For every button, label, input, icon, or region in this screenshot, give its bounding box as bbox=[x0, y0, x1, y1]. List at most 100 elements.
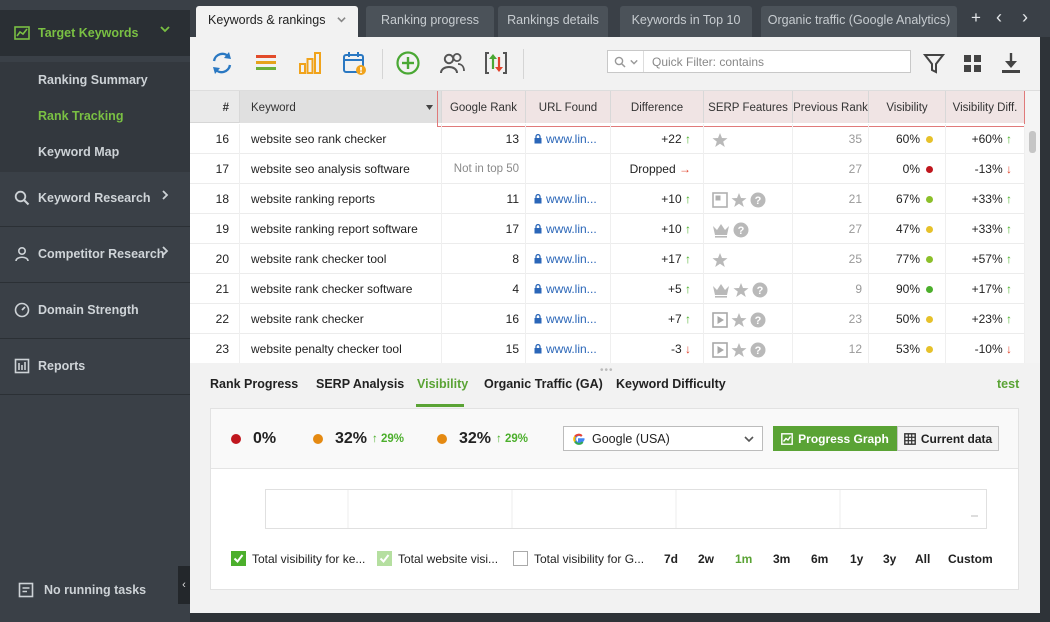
legend-total-visibility-google[interactable]: Total visibility for G... bbox=[513, 551, 644, 566]
tab-keyword-difficulty[interactable]: Keyword Difficulty bbox=[616, 377, 726, 391]
checkbox[interactable] bbox=[513, 551, 528, 566]
column-header-keyword[interactable]: Keyword bbox=[240, 91, 442, 123]
columns-button[interactable] bbox=[252, 49, 280, 77]
url-link[interactable]: www.lin... bbox=[546, 282, 597, 296]
visibility-chart[interactable] bbox=[265, 489, 987, 529]
cell-url-found[interactable]: www.lin... bbox=[526, 334, 611, 363]
search-engine-select[interactable]: Google (USA) bbox=[563, 426, 763, 451]
current-data-button[interactable]: Current data bbox=[897, 426, 999, 451]
period-7d[interactable]: 7d bbox=[664, 552, 678, 566]
sidebar-section-competitor-research[interactable]: Competitor Research bbox=[0, 232, 190, 276]
scrollbar-thumb[interactable] bbox=[1029, 131, 1036, 153]
cell-url-found[interactable]: www.lin... bbox=[526, 304, 611, 334]
period-3m[interactable]: 3m bbox=[773, 552, 790, 566]
cell-difference: +10 ↑ bbox=[611, 214, 704, 244]
sidebar-section-domain-strength[interactable]: Domain Strength bbox=[0, 288, 190, 332]
tab-rank-progress[interactable]: Rank Progress bbox=[210, 377, 298, 391]
cell-url-found[interactable]: www.lin... bbox=[526, 184, 611, 214]
sidebar-item-keyword-map[interactable]: Keyword Map bbox=[0, 134, 190, 170]
tab-visibility[interactable]: Visibility bbox=[417, 377, 468, 391]
table-row[interactable]: 19 website ranking report software 17 www.l… bbox=[190, 214, 1025, 244]
quick-filter-input[interactable] bbox=[644, 54, 904, 69]
column-header-difference[interactable]: Difference bbox=[611, 91, 704, 123]
arrow-down-icon: ↓ bbox=[685, 342, 691, 356]
table-row[interactable]: 17 website seo analysis software Not in to… bbox=[190, 154, 1025, 184]
export-button[interactable] bbox=[998, 49, 1024, 77]
table-row[interactable]: 18 website ranking reports 11 www.lin... +10… bbox=[190, 184, 1025, 214]
schedule-button[interactable] bbox=[340, 49, 368, 77]
sidebar-item-ranking-summary[interactable]: Ranking Summary bbox=[0, 62, 190, 98]
column-header-number[interactable]: # bbox=[190, 91, 240, 123]
tab-serp-analysis[interactable]: SERP Analysis bbox=[316, 377, 404, 391]
column-header-url-found[interactable]: URL Found bbox=[526, 91, 611, 123]
filter-type-dropdown[interactable] bbox=[608, 51, 644, 72]
period-1m[interactable]: 1m bbox=[735, 552, 752, 566]
cell-google-rank: Not in top 50 bbox=[442, 154, 526, 184]
cell-url-found[interactable]: www.lin... bbox=[526, 244, 611, 274]
tab-scroll-right-button[interactable]: › bbox=[1022, 7, 1028, 28]
charts-button[interactable] bbox=[296, 49, 324, 77]
period-all[interactable]: All bbox=[915, 552, 930, 566]
period-6m[interactable]: 6m bbox=[811, 552, 828, 566]
column-header-visibility[interactable]: Visibility bbox=[869, 91, 946, 123]
panel-splitter-handle[interactable]: ••• bbox=[600, 365, 614, 376]
visibility-value: 60% bbox=[895, 132, 920, 146]
url-link[interactable]: www.lin... bbox=[546, 252, 597, 266]
period-1y[interactable]: 1y bbox=[850, 552, 863, 566]
column-header-google-rank[interactable]: Google Rank bbox=[442, 91, 526, 123]
cell-url-found[interactable]: www.lin... bbox=[526, 214, 611, 244]
refresh-button[interactable] bbox=[208, 49, 236, 77]
tab-keywords-top10[interactable]: Keywords in Top 10 bbox=[620, 6, 752, 37]
sidebar-section-reports[interactable]: Reports bbox=[0, 344, 190, 388]
chevron-down-icon[interactable] bbox=[337, 15, 346, 24]
progress-graph-button[interactable]: Progress Graph bbox=[773, 426, 897, 451]
sidebar-item-rank-tracking[interactable]: Rank Tracking bbox=[0, 98, 190, 134]
tab-organic-traffic[interactable]: Organic traffic (Google Analytics) bbox=[761, 6, 957, 37]
add-tab-button[interactable]: + bbox=[971, 8, 981, 28]
table-row[interactable]: 21 website rank checker software 4 www.lin.… bbox=[190, 274, 1025, 304]
visibility-diff-value: +33% bbox=[971, 222, 1003, 236]
column-header-serp-features[interactable]: SERP Features bbox=[704, 91, 793, 123]
tab-keywords-rankings[interactable]: Keywords & rankings bbox=[196, 6, 358, 37]
checkbox[interactable] bbox=[377, 551, 392, 566]
url-link[interactable]: www.lin... bbox=[546, 222, 597, 236]
layout-button[interactable] bbox=[960, 49, 986, 77]
table-row[interactable]: 23 website penalty checker tool 15 www.lin.… bbox=[190, 334, 1025, 363]
period-custom[interactable]: Custom bbox=[948, 552, 993, 566]
cell-url-found[interactable]: www.lin... bbox=[526, 124, 611, 154]
stat-delta: ↑ 29% bbox=[372, 433, 405, 445]
table-row[interactable]: 16 website seo rank checker 13 www.lin... +2… bbox=[190, 124, 1025, 154]
table-row[interactable]: 22 website rank checker 16 www.lin... +7 ↑? 2… bbox=[190, 304, 1025, 334]
filter-button[interactable] bbox=[921, 49, 947, 77]
collapse-sidebar-button[interactable]: ‹ bbox=[178, 566, 190, 604]
legend-total-visibility-keywords[interactable]: Total visibility for ke... bbox=[231, 551, 365, 566]
sidebar-section-target-keywords[interactable]: Target Keywords bbox=[0, 10, 190, 56]
competitors-button[interactable] bbox=[438, 49, 466, 77]
tab-rankings-details[interactable]: Rankings details bbox=[498, 6, 608, 37]
tab-ranking-progress[interactable]: Ranking progress bbox=[366, 6, 494, 37]
cell-url-found[interactable] bbox=[526, 154, 611, 184]
cell-url-found[interactable]: www.lin... bbox=[526, 274, 611, 304]
add-keywords-button[interactable] bbox=[394, 49, 422, 77]
cell-previous-rank: 21 bbox=[793, 184, 869, 214]
url-link[interactable]: www.lin... bbox=[546, 312, 597, 326]
tab-organic-traffic-ga[interactable]: Organic Traffic (GA) bbox=[484, 377, 603, 391]
checkbox[interactable] bbox=[231, 551, 246, 566]
table-row[interactable]: 20 website rank checker tool 8 www.lin... +1… bbox=[190, 244, 1025, 274]
period-2w[interactable]: 2w bbox=[698, 552, 714, 566]
difference-value: +5 bbox=[667, 282, 682, 296]
legend-total-website-visibility[interactable]: Total website visi... bbox=[377, 551, 498, 566]
url-link[interactable]: www.lin... bbox=[546, 132, 597, 146]
running-tasks-status[interactable]: No running tasks bbox=[18, 582, 146, 598]
url-link[interactable]: www.lin... bbox=[546, 342, 597, 356]
sidebar-divider bbox=[0, 338, 190, 339]
sidebar-section-keyword-research[interactable]: Keyword Research bbox=[0, 176, 190, 220]
sort-button[interactable] bbox=[482, 49, 510, 77]
period-3y[interactable]: 3y bbox=[883, 552, 896, 566]
test-link[interactable]: test bbox=[997, 377, 1019, 391]
vertical-scrollbar[interactable] bbox=[1025, 91, 1040, 363]
url-link[interactable]: www.lin... bbox=[546, 192, 597, 206]
tab-scroll-left-button[interactable]: ‹ bbox=[996, 7, 1002, 28]
column-header-previous-rank[interactable]: Previous Rank bbox=[793, 91, 869, 123]
column-header-visibility-diff[interactable]: Visibility Diff. bbox=[946, 91, 1025, 123]
